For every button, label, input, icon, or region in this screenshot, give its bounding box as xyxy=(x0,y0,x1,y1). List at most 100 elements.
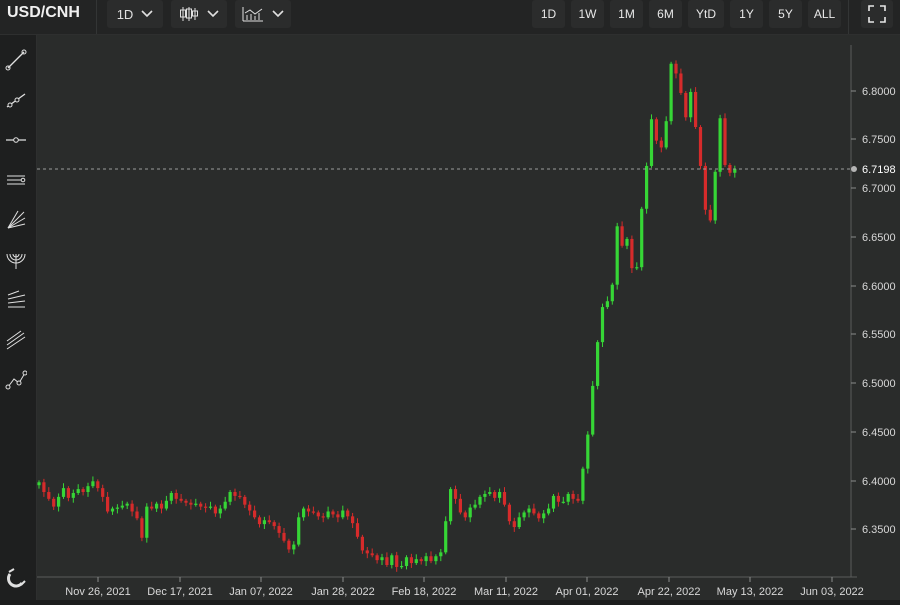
magnet-tool[interactable] xyxy=(2,562,30,592)
range-button-1w[interactable]: 1W xyxy=(571,0,604,28)
y-tick: 6.7000 xyxy=(851,183,896,195)
candle-body xyxy=(257,517,262,525)
trend-line-tool[interactable] xyxy=(2,45,30,75)
candle-body xyxy=(718,118,722,172)
range-button-all[interactable]: ALL xyxy=(808,0,841,28)
candle xyxy=(385,552,389,567)
candle-body xyxy=(81,489,85,493)
candle-body xyxy=(164,500,168,509)
candle xyxy=(404,555,409,570)
y-tick-label: 6.7000 xyxy=(862,183,896,195)
candle xyxy=(287,538,291,553)
range-button-1m[interactable]: 1M xyxy=(610,0,643,28)
candle-body xyxy=(331,511,335,515)
x-tick: Apr 01, 2022 xyxy=(556,577,619,598)
price-chart[interactable]: 6.8000 6.7500 6.7000 6.6500 6.6000 6.550… xyxy=(37,35,900,600)
candle xyxy=(91,476,95,489)
arc-tool[interactable] xyxy=(2,245,30,275)
candle-body xyxy=(282,532,286,541)
range-button-6m[interactable]: 6M xyxy=(649,0,682,28)
candle xyxy=(213,504,217,517)
candle xyxy=(708,204,712,223)
candle xyxy=(689,88,693,123)
candle-body xyxy=(174,492,178,499)
x-tick: Apr 22, 2022 xyxy=(638,577,701,598)
candle-body xyxy=(267,520,271,523)
candle xyxy=(586,431,590,474)
candle-body xyxy=(694,91,698,128)
candle xyxy=(267,515,271,525)
candle xyxy=(257,515,262,528)
chart-canvas[interactable]: 6.8000 6.7500 6.7000 6.6500 6.6000 6.550… xyxy=(37,35,900,600)
candle xyxy=(566,492,570,506)
candle-body xyxy=(600,307,605,343)
candle xyxy=(400,561,404,569)
path-tool[interactable] xyxy=(2,365,30,395)
candle-body xyxy=(679,73,683,93)
candle xyxy=(159,500,164,514)
candle xyxy=(723,113,727,167)
ray-tool[interactable] xyxy=(2,85,30,115)
fullscreen-button[interactable] xyxy=(861,0,893,28)
candle-body xyxy=(213,506,217,514)
candle-body xyxy=(473,504,477,508)
candle-body xyxy=(414,559,418,564)
candle xyxy=(321,512,325,523)
candle-body xyxy=(204,506,208,508)
candle-body xyxy=(591,385,595,435)
candle-body xyxy=(130,503,134,512)
range-button-5y[interactable]: 5Y xyxy=(769,0,802,28)
candle-body xyxy=(615,226,619,285)
candle-body xyxy=(292,544,296,550)
candle-body xyxy=(429,556,433,562)
candle xyxy=(664,116,668,150)
candle xyxy=(517,512,521,529)
candle xyxy=(532,503,536,516)
candle xyxy=(698,125,703,170)
candle xyxy=(81,487,85,496)
candle-body xyxy=(630,238,634,269)
range-button-1d[interactable]: 1D xyxy=(532,0,565,28)
fib-retracement-tool[interactable] xyxy=(2,285,30,315)
range-button-1y[interactable]: 1Y xyxy=(730,0,763,28)
candle xyxy=(434,554,438,565)
range-button-ytd[interactable]: YtD xyxy=(688,0,724,28)
candle xyxy=(419,557,423,565)
candle xyxy=(473,499,477,510)
channel-tool[interactable] xyxy=(2,165,30,195)
candle xyxy=(37,480,41,489)
candle-body xyxy=(61,488,66,497)
candle-body xyxy=(248,504,252,511)
candle-body xyxy=(723,118,727,165)
candle-body xyxy=(370,553,374,556)
candle-body xyxy=(625,238,629,246)
interval-label: 1D xyxy=(116,6,134,22)
candle xyxy=(61,483,66,499)
y-tick-label: 6.3500 xyxy=(862,524,896,536)
candle xyxy=(106,492,110,514)
candle xyxy=(507,502,511,525)
x-tick: Nov 26, 2021 xyxy=(65,577,131,598)
fan-tool[interactable] xyxy=(2,205,30,235)
parallel-lines-tool[interactable] xyxy=(2,325,30,355)
interval-dropdown[interactable]: 1D xyxy=(107,0,163,28)
candle xyxy=(463,510,467,521)
chart-type-dropdown[interactable] xyxy=(171,0,227,28)
fan-icon xyxy=(7,210,26,229)
candle xyxy=(630,235,634,274)
candle xyxy=(302,506,306,521)
indicators-dropdown[interactable] xyxy=(235,0,291,28)
horizontal-line-tool[interactable] xyxy=(2,125,30,155)
candle-body xyxy=(620,226,624,246)
candle-body xyxy=(243,496,247,505)
candle xyxy=(493,490,497,502)
candle xyxy=(684,91,688,121)
candle-body xyxy=(262,520,266,525)
candle xyxy=(370,548,374,558)
candle xyxy=(649,114,654,168)
candle xyxy=(311,506,315,515)
candle xyxy=(645,162,649,214)
candle xyxy=(52,496,56,511)
candle xyxy=(713,169,717,224)
candle-body xyxy=(316,512,320,517)
